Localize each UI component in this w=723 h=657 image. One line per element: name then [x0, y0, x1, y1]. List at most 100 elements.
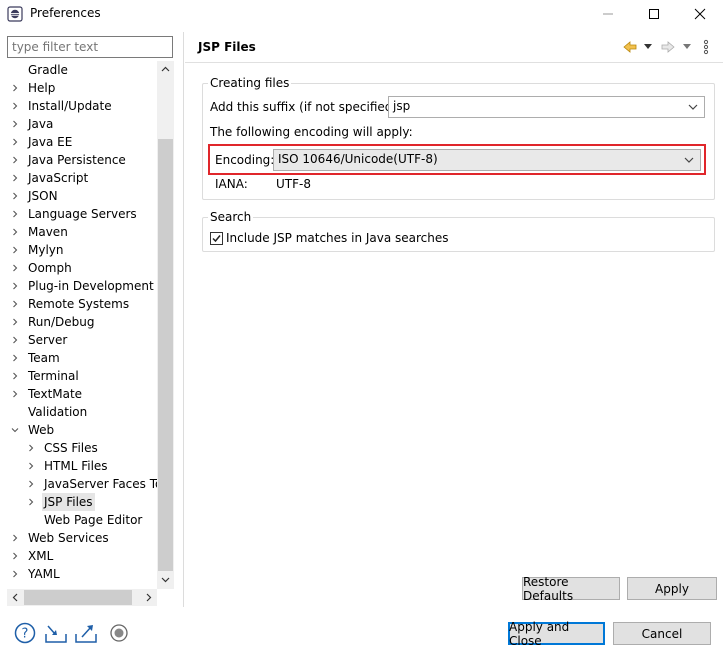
import-icon[interactable]	[44, 622, 68, 644]
tree-item[interactable]: CSS Files	[7, 439, 165, 457]
horizontal-scroll-thumb[interactable]	[24, 590, 132, 605]
tree-item[interactable]: JavaScript	[7, 169, 165, 187]
apply-and-close-button[interactable]: Apply and Close	[508, 620, 605, 648]
vertical-scroll-thumb[interactable]	[158, 139, 173, 571]
tree-item[interactable]: Web Services	[7, 529, 165, 547]
tree-item[interactable]: Language Servers	[7, 205, 165, 223]
tree-item[interactable]: HTML Files	[7, 457, 165, 475]
suffix-combo[interactable]: jsp	[388, 96, 705, 118]
chevron-right-icon[interactable]	[11, 228, 19, 236]
tree-item[interactable]: Web Page Editor	[7, 511, 165, 529]
tree-item[interactable]: Terminal	[7, 367, 165, 385]
record-icon[interactable]	[109, 623, 129, 643]
export-icon[interactable]	[74, 622, 98, 644]
tree-item-label: JSON	[28, 189, 58, 203]
tree-item[interactable]: JSON	[7, 187, 165, 205]
forward-arrow-icon[interactable]	[660, 39, 676, 55]
chevron-right-icon[interactable]	[11, 282, 19, 290]
tree-item-label: Remote Systems	[28, 297, 130, 311]
tree-item-label: Web Page Editor	[44, 513, 143, 527]
tree-item[interactable]: YAML	[7, 565, 165, 583]
chevron-right-icon[interactable]	[11, 534, 19, 542]
chevron-right-icon[interactable]	[11, 156, 19, 164]
cancel-button[interactable]: Cancel	[613, 622, 711, 645]
restore-defaults-button[interactable]: Restore Defaults	[522, 575, 620, 603]
forward-dropdown-icon[interactable]	[683, 44, 691, 50]
scroll-right-icon[interactable]	[144, 593, 153, 602]
filter-input[interactable]	[7, 36, 173, 58]
chevron-right-icon[interactable]	[11, 390, 19, 398]
scroll-up-icon[interactable]	[161, 65, 170, 74]
tree-item[interactable]: Team	[7, 349, 165, 367]
tree-item[interactable]: Oomph	[7, 259, 165, 277]
tree-item-label: Java	[28, 117, 54, 131]
tree-item[interactable]: Java Persistence	[7, 151, 165, 169]
minimize-button[interactable]	[585, 0, 631, 28]
chevron-right-icon[interactable]	[11, 300, 19, 308]
chevron-right-icon[interactable]	[11, 354, 19, 362]
panel-splitter[interactable]	[183, 32, 184, 607]
chevron-right-icon[interactable]	[11, 120, 19, 128]
chevron-right-icon[interactable]	[27, 498, 35, 506]
tree-item[interactable]: Java	[7, 115, 165, 133]
tree-item[interactable]: Remote Systems	[7, 295, 165, 313]
tree-item[interactable]: Server	[7, 331, 165, 349]
suffix-label: Add this suffix (if not specified):	[210, 100, 402, 114]
chevron-right-icon[interactable]	[11, 552, 19, 560]
chevron-right-icon[interactable]	[11, 264, 19, 272]
chevron-right-icon[interactable]	[11, 84, 19, 92]
tree-item-label: Terminal	[28, 369, 79, 383]
back-arrow-icon[interactable]	[622, 39, 638, 55]
chevron-right-icon[interactable]	[11, 138, 19, 146]
tree-item-label: JSP Files	[42, 493, 95, 511]
scroll-left-icon[interactable]	[11, 593, 20, 602]
chevron-right-icon[interactable]	[11, 102, 19, 110]
chevron-right-icon[interactable]	[11, 318, 19, 326]
chevron-right-icon[interactable]	[11, 570, 19, 578]
search-group-title: Search	[208, 210, 254, 224]
tree-item[interactable]: Mylyn	[7, 241, 165, 259]
tree-item[interactable]: Validation	[7, 403, 165, 421]
chevron-right-icon[interactable]	[27, 480, 35, 488]
back-dropdown-icon[interactable]	[644, 44, 652, 50]
maximize-button[interactable]	[631, 0, 677, 28]
include-jsp-label[interactable]: Include JSP matches in Java searches	[226, 231, 449, 245]
chevron-right-icon[interactable]	[11, 246, 19, 254]
close-button[interactable]	[677, 0, 723, 28]
tree-item-label: JavaScript	[28, 171, 89, 185]
chevron-right-icon[interactable]	[27, 444, 35, 452]
tree-item[interactable]: Gradle	[7, 61, 165, 79]
chevron-right-icon[interactable]	[27, 462, 35, 470]
tree-item[interactable]: Plug-in Development	[7, 277, 165, 295]
help-icon[interactable]: ?	[14, 622, 36, 644]
tree-item[interactable]: Install/Update	[7, 97, 165, 115]
chevron-right-icon[interactable]	[11, 174, 19, 182]
tree-item[interactable]: XML	[7, 547, 165, 565]
tree-item-label: Install/Update	[28, 99, 112, 113]
tree-item[interactable]: JSP Files	[7, 493, 165, 511]
view-menu-icon[interactable]	[702, 39, 710, 55]
tree-item[interactable]: Java EE	[7, 133, 165, 151]
tree-item[interactable]: Help	[7, 79, 165, 97]
include-jsp-checkbox[interactable]	[210, 232, 223, 245]
scroll-down-icon[interactable]	[161, 575, 170, 584]
tree-item[interactable]: JavaServer Faces Tools	[7, 475, 165, 493]
chevron-right-icon[interactable]	[11, 210, 19, 218]
preferences-tree[interactable]: Gradle Help Install/Update Java Java EE Java …	[7, 61, 165, 589]
chevron-right-icon[interactable]	[11, 372, 19, 380]
encoding-combo[interactable]: ISO 10646/Unicode(UTF-8)	[273, 149, 701, 171]
tree-vertical-scrollbar[interactable]	[157, 61, 174, 589]
tree-item[interactable]: Run/Debug	[7, 313, 165, 331]
chevron-right-icon[interactable]	[11, 192, 19, 200]
encoding-note: The following encoding will apply:	[210, 125, 413, 139]
tree-horizontal-scrollbar[interactable]	[7, 589, 157, 606]
tree-item[interactable]: Maven	[7, 223, 165, 241]
title-separator	[185, 62, 723, 63]
apply-button[interactable]: Apply	[627, 577, 717, 600]
chevron-down-icon[interactable]	[11, 426, 19, 434]
window-title: Preferences	[30, 6, 101, 20]
chevron-right-icon[interactable]	[11, 336, 19, 344]
tree-item[interactable]: TextMate	[7, 385, 165, 403]
tree-item[interactable]: Web	[7, 421, 165, 439]
footer-icons: ?	[14, 620, 134, 644]
